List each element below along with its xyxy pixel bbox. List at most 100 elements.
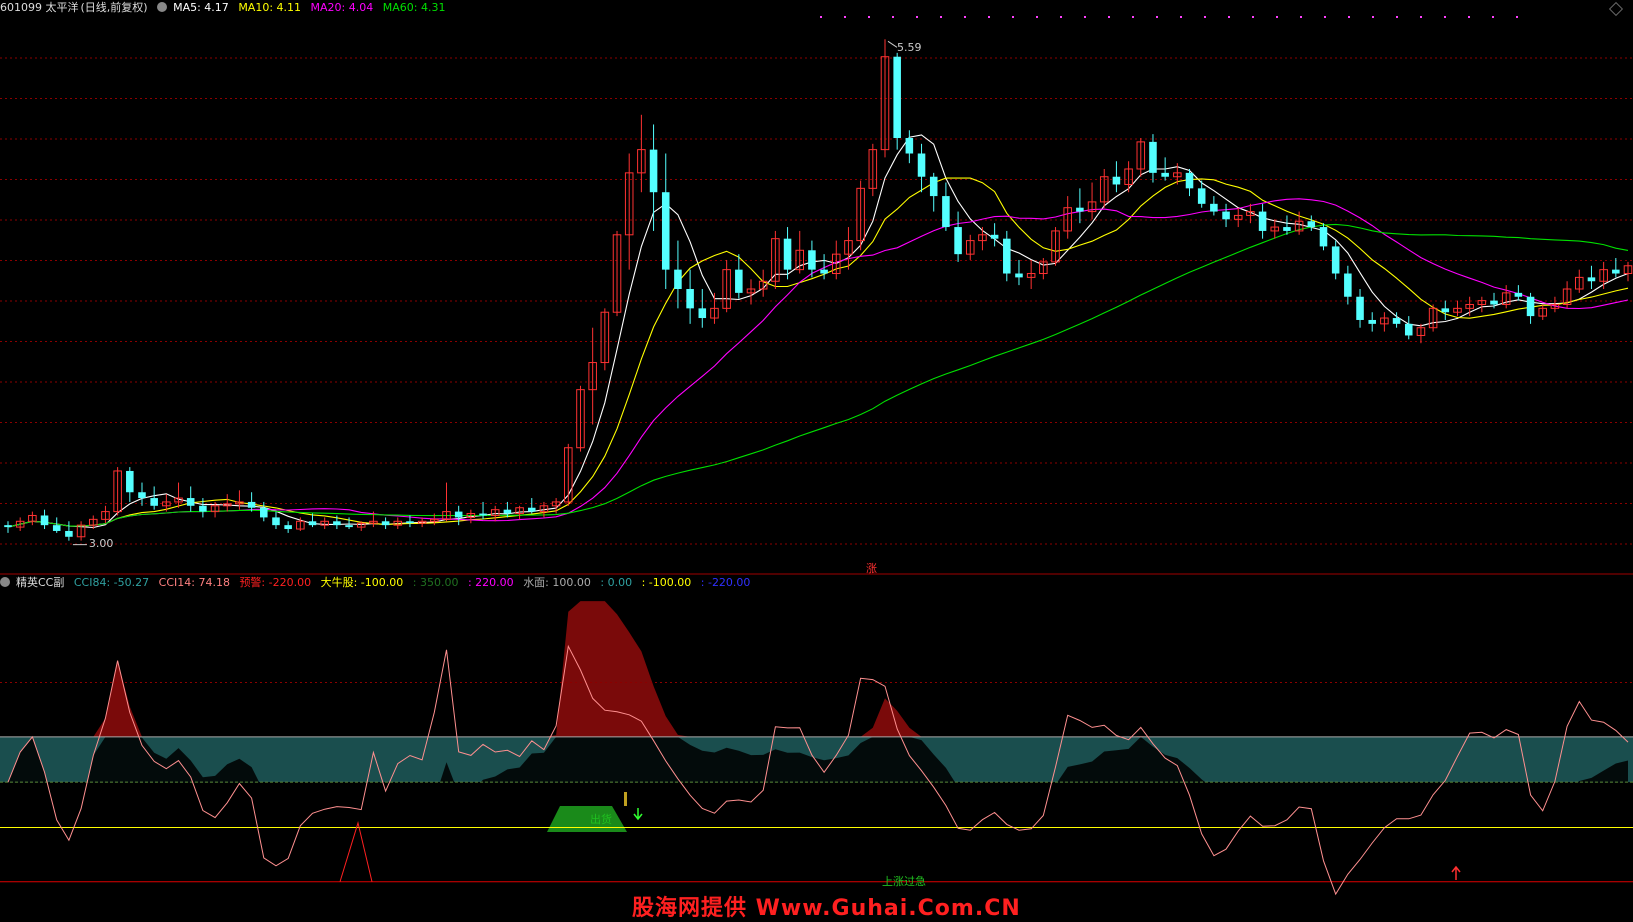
signal-dot (1156, 16, 1158, 18)
signal-dot (1516, 16, 1518, 18)
candle-body (150, 498, 158, 506)
cci84-value: CCI84: -50.27 (73, 576, 150, 589)
candle-body (126, 470, 134, 493)
candle-body (345, 525, 353, 528)
candle-body (674, 269, 682, 289)
indicator-name: 精英CC副 (16, 576, 65, 589)
ma60-line (7, 223, 1629, 528)
candle-body (1587, 277, 1596, 282)
candle-body (905, 138, 914, 154)
signal-dot (844, 16, 846, 18)
ma10-line (7, 177, 1629, 528)
candle-body (479, 513, 487, 516)
signal-dot (1396, 16, 1398, 18)
indicator-settings-icon[interactable] (0, 577, 10, 587)
candle-body (199, 505, 207, 512)
candle-body (247, 501, 256, 508)
candle-body (1490, 300, 1498, 305)
candle-body (1258, 211, 1267, 231)
level-220: : 220.00 (467, 576, 514, 589)
signal-dot (1324, 16, 1326, 18)
candle-body (1015, 273, 1023, 278)
candle-body (917, 153, 926, 177)
candle-body (929, 176, 938, 197)
signal-dot (1492, 16, 1494, 18)
high-price-label: 5.59 (896, 41, 922, 55)
indicator-header: 精英CC副 CCI84: -50.27 CCI14: 74.18 预警: -22… (0, 576, 756, 590)
candle-body (1514, 292, 1523, 297)
candle-body (783, 238, 792, 270)
candle-body (381, 521, 390, 526)
signal-dot (964, 16, 966, 18)
candle-body (661, 192, 670, 270)
candle-body (893, 56, 901, 139)
candle-body (1368, 319, 1376, 324)
candle-body (1197, 188, 1206, 204)
signal-dot (1012, 16, 1014, 18)
security-name: 601099 太平洋 (0, 1, 79, 14)
candle-body (284, 525, 292, 530)
candle-body (686, 289, 694, 309)
level-350: : 350.00 (412, 576, 459, 589)
signal-dot (1372, 16, 1374, 18)
candle-body (698, 308, 707, 319)
signal-dot (1036, 16, 1038, 18)
candle-body (1161, 172, 1169, 177)
signal-dot (1252, 16, 1254, 18)
candle-body (1112, 176, 1121, 185)
candle-body (1612, 269, 1620, 274)
chuhuo-label: 出货 (590, 813, 612, 826)
main-chart-header: 601099 太平洋 (日线,前复权) MA5: 4.17 MA10: 4.11 … (0, 1, 451, 15)
signal-dot (1228, 16, 1230, 18)
signal-dot (892, 16, 894, 18)
candle-body (1331, 246, 1340, 274)
candle-body (1392, 318, 1401, 324)
ma10-value: MA10: 4.11 (238, 1, 302, 14)
candle-body (1149, 141, 1157, 173)
candle-body (406, 521, 414, 524)
candle-body (186, 498, 195, 506)
signal-dot (988, 16, 990, 18)
candle-body (308, 521, 317, 526)
cci84-upper-area (8, 601, 1628, 737)
candle-body (1526, 296, 1535, 317)
candle-body (503, 509, 512, 514)
candlestick-chart[interactable] (0, 0, 1633, 920)
candle-body (1185, 172, 1194, 189)
candle-body (527, 507, 536, 512)
level-neg220: : -220.00 (700, 576, 751, 589)
signal-dot (1108, 16, 1110, 18)
low-price-label: 3.00 (88, 536, 114, 550)
zhang-marker: 涨 (866, 562, 877, 575)
alarm-spike (339, 821, 373, 882)
signal-bar (624, 792, 627, 806)
period-label: (日线,前复权) (80, 1, 148, 14)
signal-dot (1180, 16, 1182, 18)
cci14-value: CCI14: 74.18 (158, 576, 230, 589)
signal-dot (1276, 16, 1278, 18)
signal-dot (820, 16, 822, 18)
signal-dot (1468, 16, 1470, 18)
signal-dot (1132, 16, 1134, 18)
signal-dot (868, 16, 870, 18)
candle-body (1319, 227, 1328, 247)
candle-body (1003, 238, 1011, 274)
candle-body (1344, 273, 1352, 297)
signal-dot (1060, 16, 1062, 18)
candle-body (333, 521, 341, 526)
candle-body (954, 227, 962, 255)
candle-body (1222, 211, 1230, 220)
candle-body (52, 525, 61, 531)
bull-value: 大牛股: -100.00 (320, 576, 404, 589)
settings-icon[interactable] (157, 2, 168, 12)
signal-dot (1084, 16, 1086, 18)
candle-body (4, 525, 12, 528)
candle-body (820, 269, 828, 274)
level-0: : 0.00 (600, 576, 633, 589)
candle-body (1283, 227, 1291, 231)
chart-stage: 601099 太平洋 (日线,前复权) MA5: 4.17 MA10: 4.11 … (0, 0, 1633, 921)
candle-body (1404, 323, 1413, 336)
ma60-value: MA60: 4.31 (382, 1, 446, 14)
ma20-value: MA20: 4.04 (310, 1, 374, 14)
candle-body (454, 511, 463, 518)
